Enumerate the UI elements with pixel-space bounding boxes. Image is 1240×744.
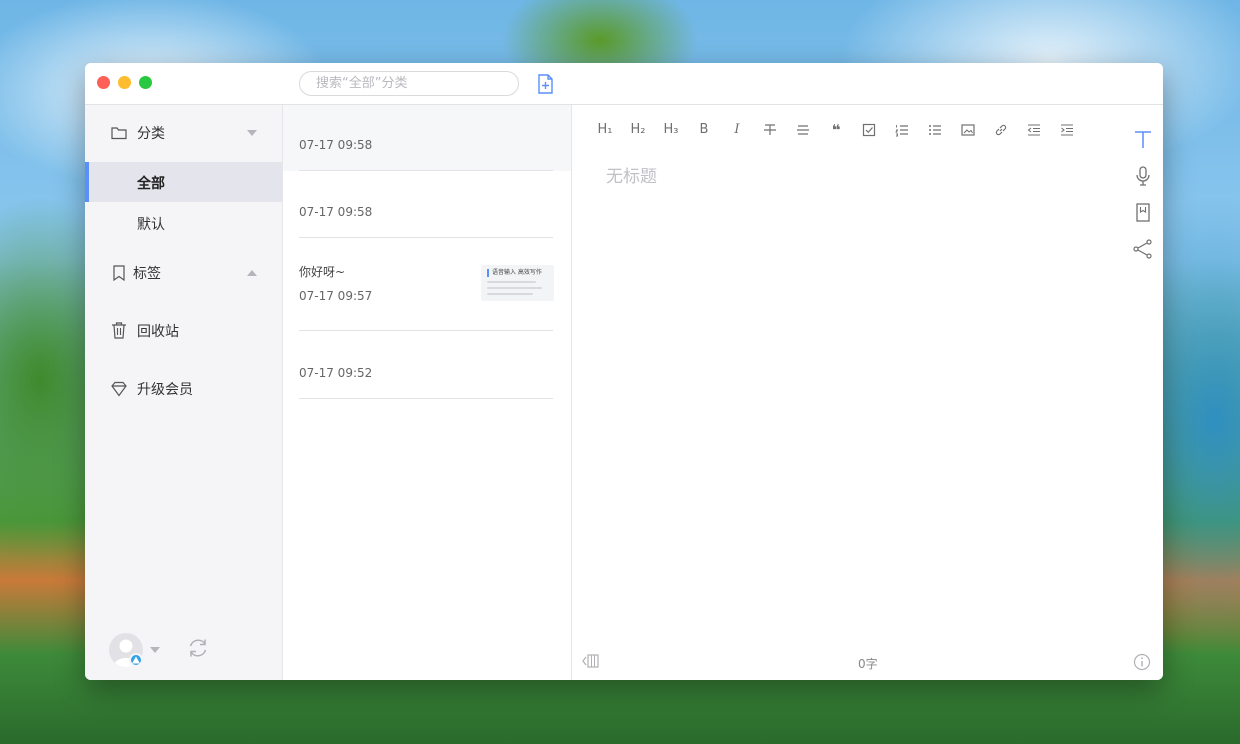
ordered-list-icon	[895, 125, 908, 137]
bookmark-tag-icon[interactable]	[1132, 202, 1154, 224]
triangle-icon	[132, 656, 140, 664]
note-item[interactable]: 你好呀~ 07-17 09:57 语音输入 高效写作	[283, 238, 571, 331]
ordered-list-button[interactable]	[891, 120, 913, 140]
word-count: 0字	[858, 657, 878, 671]
sidebar-item-label: 回收站	[137, 324, 179, 340]
collapse-panel-icon[interactable]	[582, 653, 600, 669]
sidebar-item-trash[interactable]: 回收站	[85, 311, 282, 351]
strikethrough-button[interactable]	[759, 120, 781, 140]
sidebar-item-tags[interactable]: 标签	[85, 253, 282, 293]
maximize-window-button[interactable]	[139, 76, 152, 89]
editor-pane: H₁ H₂ H₃ B I ❝ 无标题 0字	[572, 105, 1163, 680]
folder-icon	[111, 127, 127, 140]
checkbox-icon	[862, 123, 876, 137]
strikethrough-icon	[764, 124, 776, 135]
outdent-button[interactable]	[1023, 120, 1045, 140]
heading1-button[interactable]: H₁	[594, 120, 616, 140]
diamond-icon	[111, 381, 127, 397]
bullet-list-button[interactable]	[924, 120, 946, 140]
heading3-button[interactable]: H₃	[660, 120, 682, 140]
share-icon[interactable]	[1132, 238, 1154, 260]
trash-icon	[112, 322, 126, 339]
sidebar-item-default[interactable]: 默认	[85, 203, 282, 243]
vip-badge	[129, 653, 143, 667]
note-date: 07-17 09:52	[299, 366, 373, 380]
indent-button[interactable]	[1056, 120, 1078, 140]
app-window: 分类 全部 默认 标签 回收站	[85, 63, 1163, 680]
note-item[interactable]: 07-17 09:58	[283, 105, 571, 171]
sidebar-item-label: 全部	[137, 176, 165, 192]
sidebar-item-label: 升级会员	[137, 382, 193, 398]
italic-button[interactable]: I	[726, 120, 748, 140]
thumbnail-title: 语音输入 高效写作	[487, 269, 548, 277]
link-button[interactable]	[990, 120, 1012, 140]
microphone-icon[interactable]	[1132, 165, 1154, 187]
close-window-button[interactable]	[97, 76, 110, 89]
sidebar: 分类 全部 默认 标签 回收站 升级会员	[85, 105, 283, 680]
bold-button[interactable]: B	[693, 120, 715, 140]
note-date: 07-17 09:58	[299, 205, 373, 219]
chevron-down-icon[interactable]	[150, 647, 160, 653]
heading2-button[interactable]: H₂	[627, 120, 649, 140]
sidebar-item-upgrade[interactable]: 升级会员	[85, 369, 282, 409]
bookmark-icon	[113, 265, 125, 282]
info-icon[interactable]	[1133, 653, 1151, 671]
checkbox-button[interactable]	[858, 120, 880, 140]
note-list: 07-17 09:58 07-17 09:58 你好呀~ 07-17 09:57…	[283, 105, 572, 680]
sidebar-item-label: 标签	[133, 266, 161, 282]
link-icon	[995, 124, 1007, 136]
note-date: 07-17 09:57	[299, 289, 373, 303]
title-bar	[85, 63, 1163, 105]
new-note-icon[interactable]	[536, 74, 554, 94]
note-date: 07-17 09:58	[299, 138, 373, 152]
minimize-window-button[interactable]	[118, 76, 131, 89]
note-item[interactable]: 07-17 09:58	[283, 171, 571, 238]
outdent-icon	[1027, 124, 1040, 136]
indent-icon	[1061, 124, 1073, 136]
image-button[interactable]	[957, 120, 979, 140]
caret-up-icon[interactable]	[247, 270, 257, 276]
note-thumbnail: 语音输入 高效写作	[481, 265, 554, 301]
bullet-list-icon	[929, 125, 941, 135]
text-format-icon[interactable]	[1132, 128, 1154, 150]
sidebar-item-all[interactable]: 全部	[85, 162, 282, 202]
note-title: 你好呀~	[299, 265, 346, 279]
image-icon	[961, 124, 975, 136]
quote-button[interactable]: ❝	[825, 120, 847, 140]
note-item[interactable]: 07-17 09:52	[283, 331, 571, 399]
sidebar-item-category[interactable]: 分类	[85, 113, 282, 153]
sidebar-item-label: 分类	[137, 126, 165, 142]
sidebar-item-label: 默认	[137, 217, 165, 233]
caret-down-icon[interactable]	[247, 130, 257, 136]
note-title-input[interactable]	[606, 167, 1006, 187]
divider-button[interactable]	[792, 120, 814, 140]
sync-icon[interactable]	[186, 636, 210, 660]
search-input[interactable]	[299, 71, 519, 96]
horizontal-rule-icon	[797, 125, 809, 135]
